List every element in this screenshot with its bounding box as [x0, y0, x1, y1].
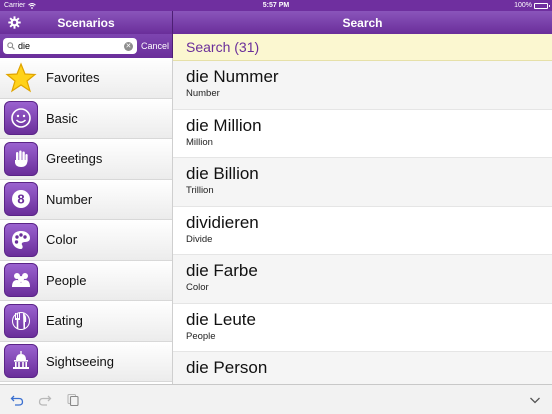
palette-icon [4, 222, 38, 257]
result-meaning: People [186, 330, 216, 342]
result-word: dividieren [186, 212, 259, 232]
carrier-label: Carrier [4, 2, 26, 9]
result-word: die Billion [186, 164, 259, 183]
sidebar-item-sightseeing[interactable]: Sightseeing [0, 341, 172, 382]
sidebar-item-label: Eating [46, 313, 83, 329]
sidebar-item-number[interactable]: 8 Number [0, 179, 172, 220]
result-meaning: Trillion [186, 185, 214, 196]
clear-search-icon[interactable]: ✕ [123, 41, 133, 51]
gear-icon[interactable] [8, 16, 21, 29]
result-meaning: Divide [186, 233, 213, 245]
paste-icon[interactable] [66, 393, 80, 407]
sidebar-item-favorites[interactable]: Favorites [0, 58, 172, 99]
result-item[interactable]: die Nummer Number [173, 61, 552, 110]
star-icon [4, 61, 38, 95]
scenarios-nav: Scenarios [0, 11, 173, 34]
result-item[interactable]: die Million Million [173, 109, 552, 158]
carrier-info: Carrier [4, 2, 37, 9]
bottom-toolbar [0, 384, 552, 414]
results-count-header: Search (31) [173, 34, 552, 61]
sidebar-item-label: Color [46, 232, 78, 248]
status-time: 5:57 PM [262, 2, 290, 9]
sidebar-item-greetings[interactable]: Greetings [0, 139, 172, 180]
search-nav: Search [173, 11, 552, 34]
redo-icon[interactable] [38, 393, 52, 407]
sidebar-item-eating[interactable]: Eating [0, 301, 172, 342]
result-item[interactable]: die Billion Trillion [173, 158, 552, 207]
result-item[interactable]: dividieren Divide [173, 206, 552, 255]
result-meaning: Number [186, 88, 220, 99]
svg-text:8: 8 [17, 192, 24, 207]
chevron-down-icon[interactable] [528, 393, 542, 407]
result-item[interactable]: die Farbe Color [173, 255, 552, 304]
search-input[interactable] [18, 41, 106, 51]
status-bar: Carrier 5:57 PM 100% [0, 0, 552, 11]
search-results: Search (31) die Nummer Number die Millio… [173, 34, 552, 384]
result-word: die Million [186, 115, 262, 135]
sidebar-item-label: People [46, 272, 87, 288]
scenarios-title: Scenarios [57, 15, 115, 30]
result-word: die Nummer [186, 67, 279, 86]
cancel-button[interactable]: Cancel [141, 41, 169, 51]
hand-icon [4, 141, 38, 176]
sidebar-item-people[interactable]: People [0, 260, 172, 301]
result-meaning: Million [186, 136, 213, 148]
result-meaning: Color [186, 282, 209, 293]
people-icon [4, 263, 38, 298]
result-item[interactable]: die Leute People [173, 303, 552, 352]
scenario-list[interactable]: Favorites Basic Greetings 8 Number Color… [0, 58, 173, 384]
sidebar-item-label: Basic [46, 110, 78, 126]
undo-icon[interactable] [10, 393, 24, 407]
navigation-bar: Scenarios Search [0, 11, 552, 34]
search-field[interactable]: ✕ [3, 38, 137, 54]
result-word: die Farbe [186, 261, 258, 280]
results-list[interactable]: die Nummer Number die Million Million di… [173, 61, 552, 384]
cutlery-icon [4, 303, 38, 338]
landmark-icon [4, 344, 38, 379]
result-word: die Person [186, 358, 268, 377]
result-item[interactable]: die Person [173, 352, 552, 384]
wifi-icon [28, 2, 37, 9]
number-icon: 8 [4, 182, 38, 217]
battery-indicator: 100% [514, 2, 550, 9]
sidebar-item-label: Greetings [46, 151, 103, 167]
sidebar-item-label: Favorites [46, 70, 100, 86]
sidebar-item-label: Number [46, 191, 93, 207]
battery-percent: 100% [514, 2, 532, 9]
result-word: die Leute [186, 309, 256, 329]
search-icon [7, 42, 15, 50]
smiley-icon [4, 101, 38, 136]
search-title: Search [342, 15, 383, 30]
battery-icon [534, 2, 550, 9]
search-bar: ✕ Cancel [0, 34, 173, 58]
sidebar-item-basic[interactable]: Basic [0, 98, 172, 139]
sidebar-item-label: Sightseeing [46, 353, 114, 369]
sidebar-item-color[interactable]: Color [0, 220, 172, 261]
